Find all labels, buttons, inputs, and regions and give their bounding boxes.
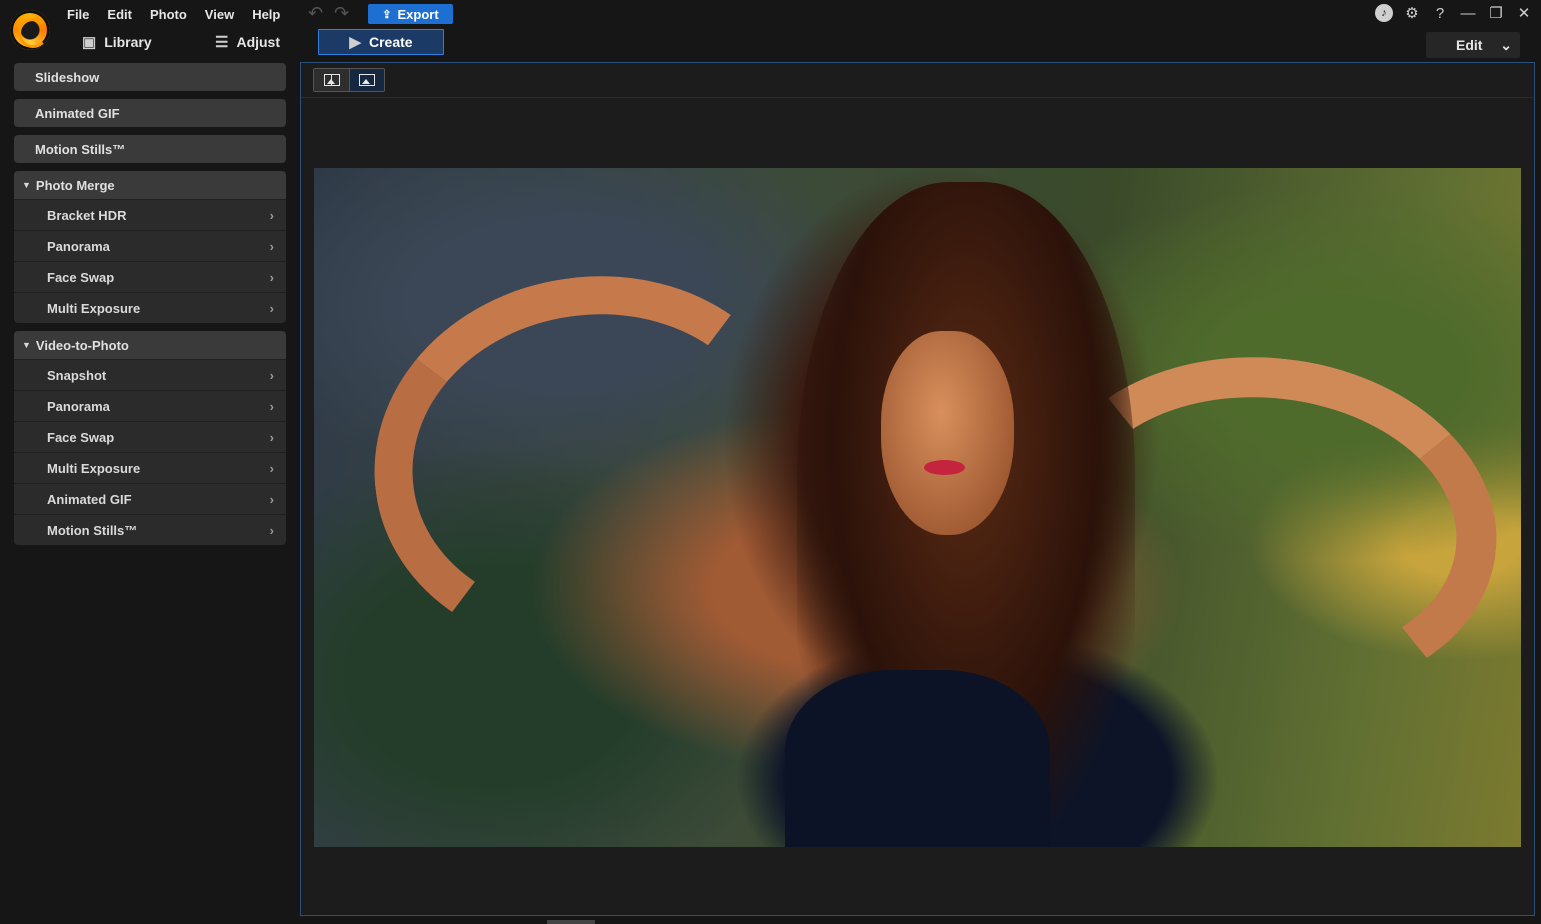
list-item-label: Multi Exposure [47, 300, 141, 316]
image-icon [359, 74, 375, 86]
chevron-right-icon: › [269, 367, 274, 383]
list-item[interactable]: Motion Stills™ › [14, 514, 286, 545]
chevron-right-icon: › [269, 207, 274, 223]
list-item[interactable]: Panorama › [14, 230, 286, 261]
chevron-right-icon: › [269, 460, 274, 476]
compare-view-button[interactable] [314, 69, 349, 91]
list-item-label: Multi Exposure [47, 460, 141, 476]
slideshow-button[interactable]: Slideshow [14, 63, 286, 91]
question-icon[interactable]: ? [1431, 4, 1449, 22]
gear-icon[interactable]: ⚙ [1403, 4, 1421, 22]
motion-stills-button[interactable]: Motion Stills™ [14, 135, 286, 163]
menu-view[interactable]: View [196, 5, 243, 23]
chevron-down-icon: ⌄ [1500, 36, 1512, 53]
list-item-label: Animated GIF [47, 491, 132, 507]
edit-dropdown[interactable]: Edit ⌄ [1426, 32, 1520, 58]
sliders-icon: ☰ [215, 34, 229, 51]
upload-icon: ⇪ [382, 8, 392, 21]
menu-bar: File Edit Photo View Help [58, 5, 289, 23]
chevron-right-icon: › [269, 238, 274, 254]
chevron-right-icon: › [269, 429, 274, 445]
chevron-right-icon: › [269, 491, 274, 507]
photo-preview [314, 168, 1521, 847]
video-to-photo-title: Video-to-Photo [35, 337, 129, 353]
list-item-label: Bracket HDR [47, 207, 127, 223]
list-item[interactable]: Multi Exposure › [14, 452, 286, 483]
menu-edit[interactable]: Edit [98, 5, 141, 23]
video-to-photo-header[interactable]: ▼ Video-to-Photo [14, 331, 286, 359]
window-controls: ♪ ⚙ ? — ❐ ✕ [1375, 4, 1533, 22]
photo-detail [923, 459, 965, 475]
compare-view-icon [323, 74, 340, 86]
photo-merge-group: ▼ Photo Merge Bracket HDR › Panorama › F… [14, 171, 286, 323]
photo-detail [881, 330, 1015, 535]
menu-help[interactable]: Help [243, 5, 289, 23]
list-item[interactable]: Animated GIF › [14, 483, 286, 514]
chevron-right-icon: › [269, 269, 274, 285]
list-item[interactable]: Face Swap › [14, 421, 286, 452]
list-item[interactable]: Face Swap › [14, 261, 286, 292]
photo-detail [784, 670, 1051, 847]
minimize-icon[interactable]: — [1459, 4, 1477, 22]
restore-icon[interactable]: ❐ [1487, 4, 1505, 22]
list-item-label: Face Swap [47, 269, 115, 285]
redo-icon[interactable]: ↷ [334, 4, 352, 22]
chevron-right-icon: › [269, 522, 274, 538]
list-item-label: Panorama [47, 238, 110, 254]
list-item-label: Face Swap [47, 429, 115, 445]
photo-merge-title: Photo Merge [35, 177, 115, 193]
bell-icon[interactable]: ♪ [1375, 4, 1393, 22]
caret-down-icon: ▼ [22, 180, 31, 190]
create-sidebar: Slideshow Animated GIF Motion Stills™ ▼ … [14, 63, 286, 553]
undo-icon[interactable]: ↶ [308, 4, 326, 22]
list-item[interactable]: Bracket HDR › [14, 199, 286, 230]
menu-file[interactable]: File [58, 5, 98, 23]
single-view-button[interactable] [349, 69, 384, 91]
tab-library[interactable]: ▣ Library [82, 29, 152, 55]
view-toggle [313, 68, 385, 92]
export-button[interactable]: ⇪ Export [368, 4, 453, 24]
list-item-label: Snapshot [47, 367, 107, 383]
library-icon: ▣ [82, 34, 97, 51]
tab-library-label: Library [104, 34, 152, 50]
menu-photo[interactable]: Photo [141, 5, 196, 23]
list-item[interactable]: Multi Exposure › [14, 292, 286, 323]
list-item[interactable]: Panorama › [14, 390, 286, 421]
create-icon: ▶ [349, 34, 361, 51]
photo-merge-header[interactable]: ▼ Photo Merge [14, 171, 286, 199]
tab-create[interactable]: ▶ Create [318, 29, 444, 55]
photo-detail [350, 248, 833, 679]
list-item-label: Panorama [47, 398, 110, 414]
chevron-right-icon: › [269, 300, 274, 316]
undo-redo-group: ↶ ↷ [308, 4, 352, 22]
caret-down-icon: ▼ [22, 340, 31, 350]
tab-adjust[interactable]: ☰ Adjust [215, 29, 280, 55]
animated-gif-button[interactable]: Animated GIF [14, 99, 286, 127]
workspace-toolbar [301, 63, 1534, 98]
list-item-label: Motion Stills™ [47, 522, 138, 538]
video-to-photo-group: ▼ Video-to-Photo Snapshot › Panorama › F… [14, 331, 286, 545]
tab-adjust-label: Adjust [236, 34, 281, 50]
list-item[interactable]: Snapshot › [14, 359, 286, 390]
chevron-right-icon: › [269, 398, 274, 414]
tab-create-label: Create [368, 34, 413, 50]
edit-dropdown-label: Edit [1456, 37, 1483, 53]
close-icon[interactable]: ✕ [1515, 4, 1533, 22]
scroll-handle[interactable] [547, 920, 595, 924]
photo-workspace [300, 62, 1535, 916]
export-label: Export [397, 6, 439, 22]
mode-bar: ▣ Library ☰ Adjust ▶ Create [0, 29, 1541, 55]
